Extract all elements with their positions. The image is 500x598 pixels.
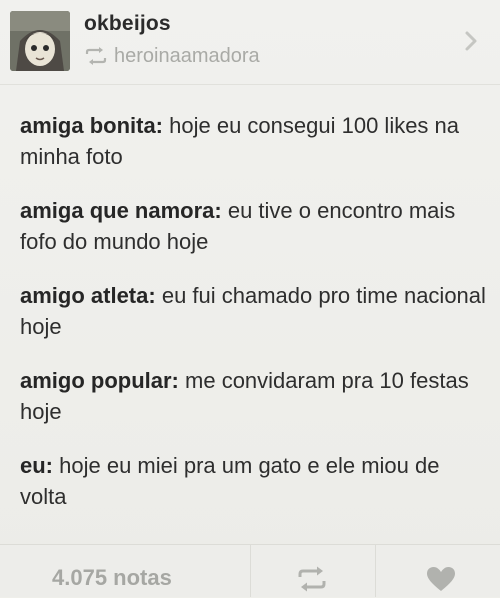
footer-divider: [250, 545, 251, 597]
notes-count[interactable]: 4.075 notas: [52, 565, 172, 591]
post-body: amiga bonita: hoje eu consegui 100 likes…: [20, 110, 490, 535]
tumblr-post: okbeijos heroinaamadora amiga bonita: ho…: [0, 0, 500, 597]
speaker-label: amiga bonita:: [20, 113, 164, 138]
dialogue-line: amigo popular: me convidaram pra 10 fest…: [20, 365, 490, 427]
avatar[interactable]: [10, 11, 70, 71]
avatar-image: [10, 11, 70, 71]
post-footer: 4.075 notas: [0, 544, 500, 597]
speaker-label: eu:: [20, 453, 53, 478]
line-text: hoje eu miei pra um gato e ele miou de v…: [20, 453, 440, 509]
speaker-label: amiga que namora:: [20, 198, 222, 223]
header-divider: [0, 84, 500, 85]
dialogue-line: amigo atleta: eu fui chamado pro time na…: [20, 280, 490, 342]
dialogue-line: amiga bonita: hoje eu consegui 100 likes…: [20, 110, 490, 172]
heart-icon[interactable]: [425, 565, 457, 593]
post-author[interactable]: okbeijos: [84, 12, 171, 36]
dialogue-line: amiga que namora: eu tive o encontro mai…: [20, 195, 490, 257]
reblog-source-name[interactable]: heroinaamadora: [114, 45, 260, 68]
reblog-icon: [84, 46, 108, 66]
post-header: okbeijos heroinaamadora: [0, 0, 500, 84]
chevron-right-icon[interactable]: [462, 28, 480, 54]
dialogue-line: eu: hoje eu miei pra um gato e ele miou …: [20, 450, 490, 512]
speaker-label: amigo popular:: [20, 368, 179, 393]
reblog-source-row: heroinaamadora: [84, 43, 260, 69]
speaker-label: amigo atleta:: [20, 283, 156, 308]
footer-divider: [375, 545, 376, 597]
reblog-icon[interactable]: [296, 565, 328, 593]
